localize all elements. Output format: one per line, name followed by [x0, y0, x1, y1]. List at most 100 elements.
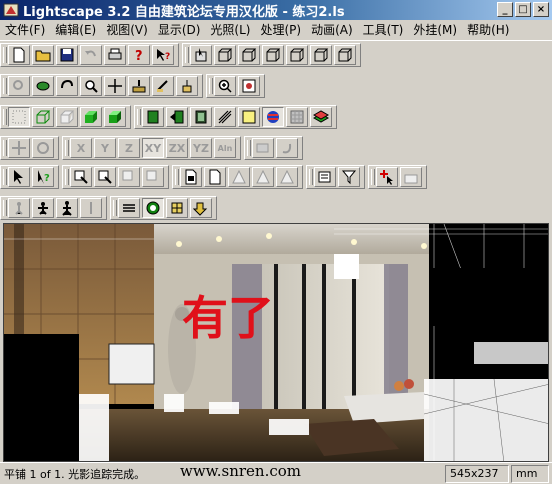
mesh-button[interactable] — [166, 198, 188, 218]
display-points-button[interactable] — [8, 107, 30, 127]
display-solid-button[interactable] — [80, 107, 102, 127]
print-button[interactable] — [104, 45, 126, 65]
filter-toolbar — [306, 165, 365, 189]
select-mode-3-button[interactable] — [118, 167, 140, 187]
render-option-3-button[interactable] — [190, 107, 212, 127]
display-shaded-button[interactable] — [104, 107, 126, 127]
close-button[interactable]: × — [533, 2, 549, 17]
view-select-button[interactable] — [190, 45, 212, 65]
menu-light[interactable]: 光照(L) — [205, 20, 255, 40]
add-object-button[interactable] — [376, 167, 398, 187]
zoom-box-icon — [242, 79, 256, 93]
cube-view-4-button[interactable] — [286, 45, 308, 65]
pan-button[interactable] — [104, 76, 126, 96]
menu-tools[interactable]: 工具(T) — [358, 20, 409, 40]
render-option-1-button[interactable] — [142, 107, 164, 127]
nav-2-button[interactable] — [32, 198, 54, 218]
minimize-button[interactable]: _ — [497, 2, 513, 17]
render-option-4-button[interactable] — [214, 107, 236, 127]
figure-icon — [15, 202, 23, 215]
snap-button[interactable] — [252, 138, 274, 158]
object-3-button[interactable] — [228, 167, 250, 187]
zoom-window-button[interactable] — [214, 76, 236, 96]
select-mode-4-button[interactable] — [142, 167, 164, 187]
render-option-2-button[interactable] — [166, 107, 188, 127]
align-button[interactable]: Aln — [214, 138, 236, 158]
arrow-down-icon — [193, 202, 208, 216]
undo-button[interactable] — [80, 45, 102, 65]
menu-bar: 文件(F) 编辑(E) 视图(V) 显示(D) 光照(L) 处理(P) 动画(A… — [0, 20, 552, 41]
axis-toolbar: X Y Z XY ZX YZ Aln — [62, 136, 241, 160]
menu-process[interactable]: 处理(P) — [255, 20, 306, 40]
open-file-button[interactable] — [32, 45, 54, 65]
select-arrow-button[interactable] — [8, 167, 30, 187]
rotate-button[interactable] — [32, 138, 54, 158]
render-option-5-button[interactable] — [238, 107, 260, 127]
select-mode-1-button[interactable] — [70, 167, 92, 187]
overlay-text: 有了 — [182, 291, 274, 345]
rotate-view-button[interactable] — [56, 76, 78, 96]
display-hidden-button[interactable] — [56, 107, 78, 127]
plane-zx-button[interactable]: ZX — [166, 138, 188, 158]
nav-1-button[interactable] — [8, 198, 30, 218]
cube-view-1-button[interactable] — [214, 45, 236, 65]
menu-edit[interactable]: 编辑(E) — [50, 20, 101, 40]
object-1-button[interactable] — [180, 167, 202, 187]
reset-button[interactable] — [276, 138, 298, 158]
help-button[interactable]: ? — [128, 45, 150, 65]
render-option-7-button[interactable] — [286, 107, 308, 127]
menu-file[interactable]: 文件(F) — [0, 20, 50, 40]
plane-xy-button[interactable]: XY — [142, 138, 164, 158]
object-4-button[interactable] — [252, 167, 274, 187]
cube-view-3-button[interactable] — [262, 45, 284, 65]
light-view-button[interactable] — [176, 76, 198, 96]
process-button[interactable] — [190, 198, 212, 218]
menu-plugins[interactable]: 外挂(M) — [408, 20, 462, 40]
plane-yz-button[interactable]: YZ — [190, 138, 212, 158]
menu-view[interactable]: 视图(V) — [101, 20, 153, 40]
render-option-8-button[interactable] — [310, 107, 332, 127]
display-wireframe-button[interactable] — [32, 107, 54, 127]
object-2-button[interactable] — [204, 167, 226, 187]
render-viewport[interactable]: 有了 — [3, 223, 549, 462]
layers-button[interactable] — [118, 198, 140, 218]
zoom-extents-button[interactable] — [8, 76, 30, 96]
render-option-6-button[interactable] — [262, 107, 284, 127]
walk-button[interactable] — [152, 76, 174, 96]
nav-4-button[interactable] — [80, 198, 102, 218]
camera-toolbar — [0, 74, 203, 98]
menu-display[interactable]: 显示(D) — [153, 20, 206, 40]
maximize-button[interactable]: □ — [515, 2, 531, 17]
target-button[interactable] — [142, 198, 164, 218]
zoom-all-button[interactable] — [238, 76, 260, 96]
save-button[interactable] — [56, 45, 78, 65]
axis-y-button[interactable]: Y — [94, 138, 116, 158]
new-file-button[interactable] — [8, 45, 30, 65]
filter-2-button[interactable] — [338, 167, 360, 187]
nav-3-button[interactable] — [56, 198, 78, 218]
menu-animation[interactable]: 动画(A) — [306, 20, 358, 40]
undo-icon — [85, 50, 96, 57]
wire-cube-icon — [338, 48, 353, 62]
select-box-icon — [146, 170, 157, 181]
title-bar[interactable]: Lightscape 3.2 自由建筑论坛专用汉化版 - 练习2.ls _ □ … — [0, 0, 552, 20]
zoom-button[interactable] — [80, 76, 102, 96]
select-mode-2-button[interactable] — [94, 167, 116, 187]
wire-cube-icon — [290, 48, 305, 62]
select-query-button[interactable]: ? — [32, 167, 54, 187]
menu-help[interactable]: 帮助(H) — [462, 20, 514, 40]
filter-1-button[interactable] — [314, 167, 336, 187]
cube-view-2-button[interactable] — [238, 45, 260, 65]
object-5-button[interactable] — [276, 167, 298, 187]
move-button[interactable] — [8, 138, 30, 158]
file-toolbar: ? ? — [0, 43, 179, 67]
dolly-button[interactable] — [128, 76, 150, 96]
stack-icon — [123, 204, 135, 212]
axis-x-button[interactable]: X — [70, 138, 92, 158]
orbit-button[interactable] — [32, 76, 54, 96]
add-group-button[interactable] — [400, 167, 422, 187]
context-help-button[interactable]: ? — [152, 45, 174, 65]
cube-view-6-button[interactable] — [334, 45, 356, 65]
axis-z-button[interactable]: Z — [118, 138, 140, 158]
cube-view-5-button[interactable] — [310, 45, 332, 65]
